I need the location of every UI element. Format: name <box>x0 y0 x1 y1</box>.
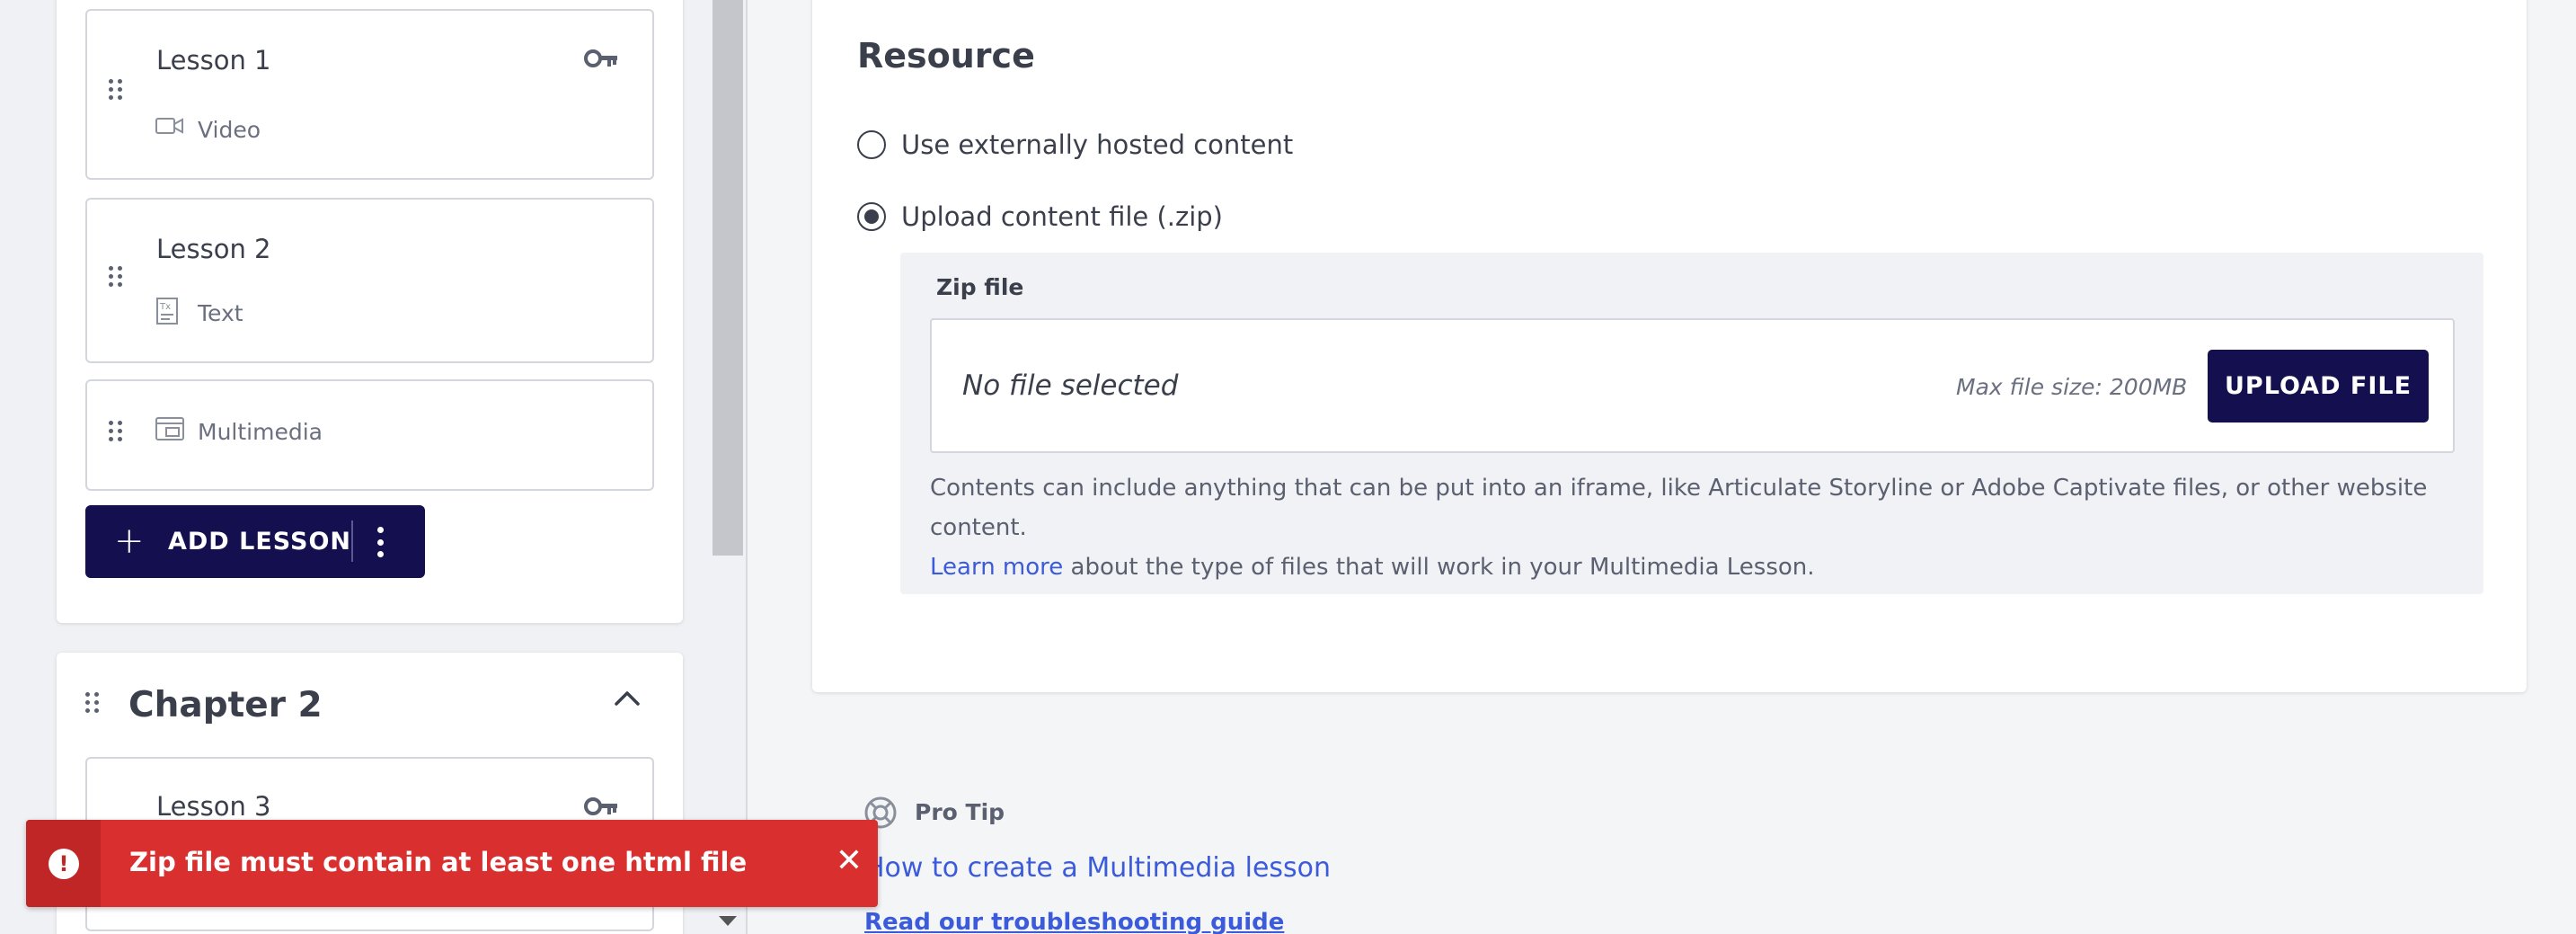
lesson-card[interactable]: Lesson 2 Tx Text <box>85 198 654 363</box>
add-lesson-label: ADD LESSON <box>168 528 351 556</box>
error-toast: ! Zip file must contain at least one htm… <box>26 820 878 907</box>
zip-file-label: Zip file <box>936 274 1024 300</box>
drag-handle-icon[interactable] <box>109 79 123 106</box>
upload-zip-radio[interactable] <box>857 202 886 231</box>
course-outline-sidebar: Lesson 1 Video Lesson 2 Tx Text Multimed… <box>0 0 746 934</box>
lesson-card[interactable]: Multimedia <box>85 379 654 491</box>
external-content-label[interactable]: Use externally hosted content <box>901 129 1293 160</box>
pro-tip-label: Pro Tip <box>915 799 1005 825</box>
resource-heading: Resource <box>857 36 1035 76</box>
lesson-type: Multimedia <box>198 419 323 445</box>
help-text-line2: about the type of files that will work i… <box>1063 554 1815 581</box>
lesson-title: Lesson 1 <box>156 45 271 76</box>
pane-divider <box>746 0 748 934</box>
file-input-box[interactable]: No file selected Max file size: 200MB UP… <box>930 318 2455 453</box>
plus-icon: + <box>114 520 145 562</box>
drag-handle-icon[interactable] <box>109 266 123 293</box>
external-content-radio[interactable] <box>857 130 886 159</box>
chapter-title[interactable]: Chapter 2 <box>128 685 323 725</box>
help-text: Contents can include anything that can b… <box>930 468 2457 587</box>
learn-more-link[interactable]: Learn more <box>930 554 1063 581</box>
how-to-multimedia-link[interactable]: How to create a Multimedia lesson <box>864 852 1331 884</box>
troubleshooting-guide-link[interactable]: Read our troubleshooting guide <box>864 909 1284 934</box>
key-icon <box>584 796 618 820</box>
zip-upload-panel: Zip file No file selected Max file size:… <box>900 253 2483 594</box>
scrollbar-thumb[interactable] <box>713 0 743 556</box>
lesson-title: Lesson 3 <box>156 791 271 822</box>
add-lesson-button[interactable]: + ADD LESSON <box>85 505 425 578</box>
drag-handle-icon[interactable] <box>85 692 100 719</box>
multimedia-icon <box>155 417 184 444</box>
max-file-size: Max file size: 200MB <box>1956 374 2188 400</box>
alert-icon: ! <box>49 849 79 879</box>
svg-text:Tx: Tx <box>159 302 171 312</box>
lesson-type: Video <box>198 117 261 143</box>
video-camera-icon <box>155 116 184 139</box>
chevron-up-icon[interactable] <box>614 689 641 710</box>
lesson-type: Text <box>198 300 243 326</box>
lesson-title: Lesson 2 <box>156 234 271 264</box>
help-text-line1: Contents can include anything that can b… <box>930 475 2428 541</box>
upload-zip-label[interactable]: Upload content file (.zip) <box>901 201 1223 232</box>
chapter-card: Lesson 1 Video Lesson 2 Tx Text Multimed… <box>57 0 683 623</box>
resource-card: Resource Use externally hosted content U… <box>812 0 2527 692</box>
drag-handle-icon[interactable] <box>109 421 123 448</box>
lesson-card[interactable]: Lesson 1 Video <box>85 9 654 180</box>
close-icon[interactable]: ✕ <box>835 845 863 877</box>
toast-icon-strip: ! <box>26 820 101 907</box>
toast-message: Zip file must contain at least one html … <box>129 847 748 877</box>
file-status: No file selected <box>962 369 1179 402</box>
upload-file-button[interactable]: UPLOAD FILE <box>2208 350 2429 423</box>
text-document-icon: Tx <box>155 297 179 329</box>
more-options-icon[interactable] <box>376 527 384 557</box>
button-divider <box>351 520 353 562</box>
scroll-down-arrow-icon[interactable] <box>719 916 737 926</box>
key-icon <box>584 49 618 72</box>
